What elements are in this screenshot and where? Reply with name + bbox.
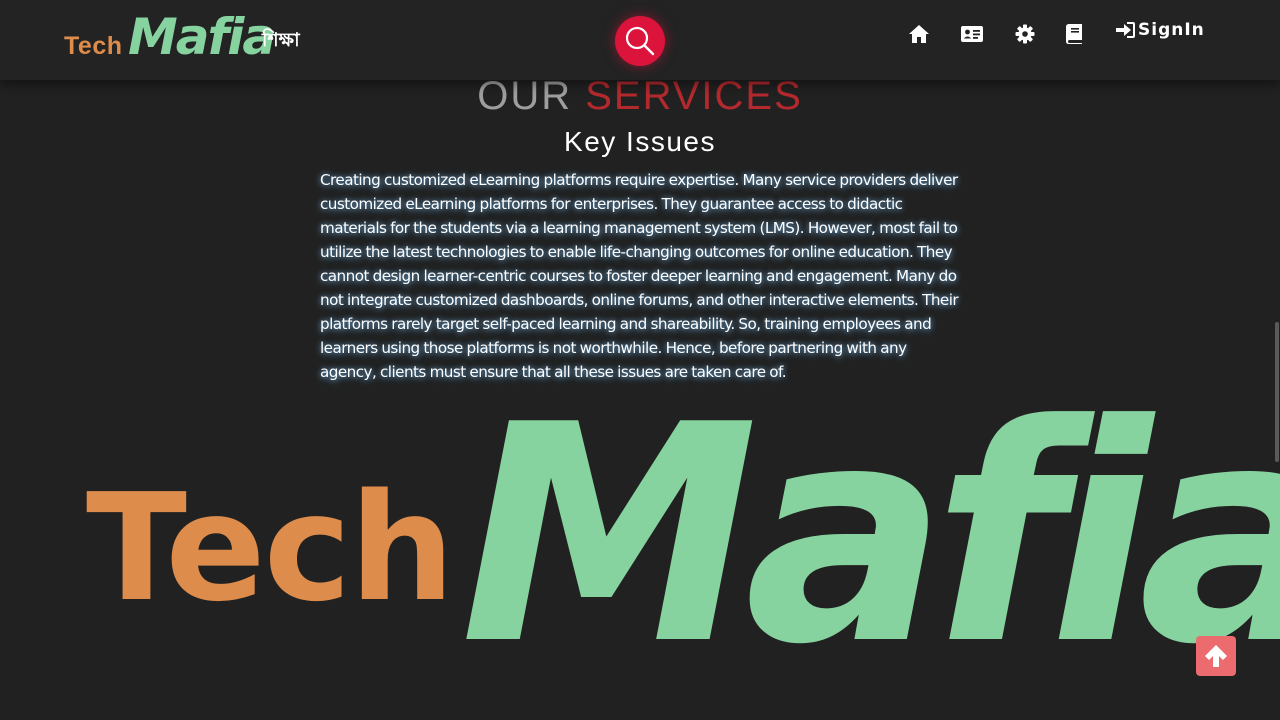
key-issues-paragraph: Creating customized eLearning platforms …: [320, 171, 959, 381]
top-navbar: Tech Mafia শিক্ষা SignIn: [0, 0, 1280, 80]
book-icon: [1066, 24, 1082, 44]
sign-in-icon: [1116, 22, 1135, 38]
large-logo-mafia: Mafia: [460, 361, 1280, 710]
large-brand-logo: Tech Mafia: [80, 376, 1280, 700]
arrow-up-icon: [1205, 645, 1227, 667]
large-logo-tech: Tech: [86, 462, 455, 634]
home-icon: [909, 25, 929, 43]
section-title-our: OUR: [477, 74, 573, 118]
gear-icon: [1015, 24, 1035, 44]
nav-courses-link[interactable]: [1063, 22, 1087, 46]
nav-icon-group: [0, 22, 1280, 46]
section-subtitle: Key Issues: [564, 126, 716, 157]
back-to-top-button[interactable]: [1196, 636, 1236, 676]
nav-settings-link[interactable]: [1013, 22, 1037, 46]
signin-label: SignIn: [1138, 20, 1205, 40]
section-title-services: SERVICES: [585, 74, 803, 118]
nav-profile-link[interactable]: [960, 22, 984, 46]
id-card-icon: [961, 26, 983, 42]
nav-home-link[interactable]: [907, 22, 931, 46]
signin-button[interactable]: SignIn: [1116, 20, 1205, 40]
scrollbar-thumb[interactable]: [1275, 322, 1279, 462]
